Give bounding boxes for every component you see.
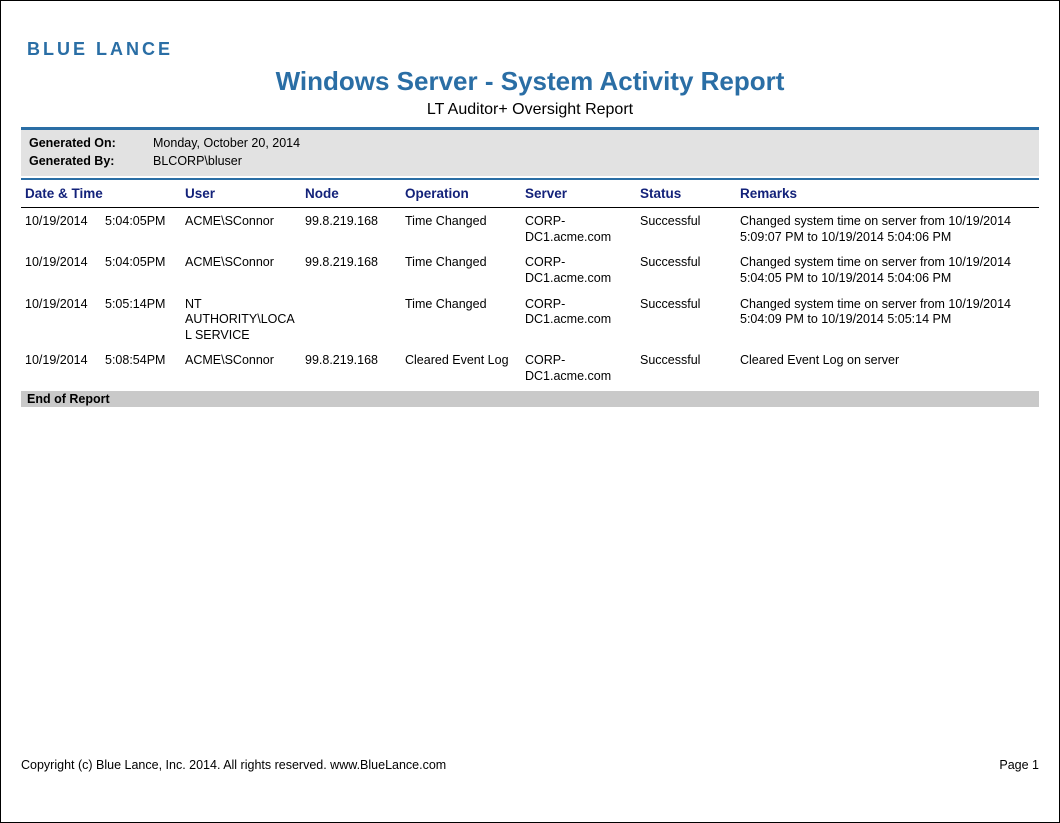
col-user: User (181, 180, 301, 208)
report-footer: Copyright (c) Blue Lance, Inc. 2014. All… (21, 758, 1039, 772)
activity-table: Date & Time User Node Operation Server S… (21, 180, 1039, 389)
cell-user: NT AUTHORITY\LOCAL SERVICE (181, 291, 301, 348)
col-status: Status (636, 180, 736, 208)
cell-remarks: Cleared Event Log on server (736, 347, 1039, 388)
cell-server: CORP-DC1.acme.com (521, 291, 636, 348)
cell-user: ACME\SConnor (181, 208, 301, 250)
col-remarks: Remarks (736, 180, 1039, 208)
cell-remarks: Changed system time on server from 10/19… (736, 291, 1039, 348)
cell-server: CORP-DC1.acme.com (521, 208, 636, 250)
cell-date: 10/19/2014 (21, 208, 101, 250)
col-server: Server (521, 180, 636, 208)
report-meta: Generated On: Monday, October 20, 2014 G… (21, 129, 1039, 176)
cell-status: Successful (636, 208, 736, 250)
col-datetime: Date & Time (21, 180, 181, 208)
cell-time: 5:05:14PM (101, 291, 181, 348)
cell-node: 99.8.219.168 (301, 249, 401, 290)
table-row: 10/19/20145:04:05PMACME\SConnor99.8.219.… (21, 208, 1039, 250)
cell-operation: Time Changed (401, 208, 521, 250)
cell-status: Successful (636, 347, 736, 388)
cell-remarks: Changed system time on server from 10/19… (736, 208, 1039, 250)
report-title: Windows Server - System Activity Report (21, 66, 1039, 97)
cell-time: 5:04:05PM (101, 208, 181, 250)
end-of-report: End of Report (21, 391, 1039, 407)
footer-page: Page 1 (999, 758, 1039, 772)
table-header-row: Date & Time User Node Operation Server S… (21, 180, 1039, 208)
cell-status: Successful (636, 249, 736, 290)
col-node: Node (301, 180, 401, 208)
cell-date: 10/19/2014 (21, 249, 101, 290)
generated-by-label: Generated By: (29, 152, 129, 170)
generated-on-label: Generated On: (29, 134, 129, 152)
cell-server: CORP-DC1.acme.com (521, 347, 636, 388)
cell-operation: Time Changed (401, 249, 521, 290)
cell-time: 5:04:05PM (101, 249, 181, 290)
report-subtitle: LT Auditor+ Oversight Report (21, 101, 1039, 119)
cell-operation: Time Changed (401, 291, 521, 348)
cell-user: ACME\SConnor (181, 249, 301, 290)
cell-node: 99.8.219.168 (301, 208, 401, 250)
cell-status: Successful (636, 291, 736, 348)
table-row: 10/19/20145:04:05PMACME\SConnor99.8.219.… (21, 249, 1039, 290)
cell-remarks: Changed system time on server from 10/19… (736, 249, 1039, 290)
cell-node: 99.8.219.168 (301, 347, 401, 388)
cell-server: CORP-DC1.acme.com (521, 249, 636, 290)
cell-date: 10/19/2014 (21, 347, 101, 388)
cell-date: 10/19/2014 (21, 291, 101, 348)
brand-logo: BLUE LANCE (27, 39, 1039, 60)
cell-operation: Cleared Event Log (401, 347, 521, 388)
table-row: 10/19/20145:08:54PMACME\SConnor99.8.219.… (21, 347, 1039, 388)
generated-by-value: BLCORP\bluser (153, 152, 242, 170)
table-row: 10/19/20145:05:14PMNT AUTHORITY\LOCAL SE… (21, 291, 1039, 348)
generated-on-value: Monday, October 20, 2014 (153, 134, 300, 152)
report-page: BLUE LANCE Windows Server - System Activ… (0, 0, 1060, 823)
cell-node (301, 291, 401, 348)
cell-user: ACME\SConnor (181, 347, 301, 388)
col-operation: Operation (401, 180, 521, 208)
footer-copyright: Copyright (c) Blue Lance, Inc. 2014. All… (21, 758, 446, 772)
cell-time: 5:08:54PM (101, 347, 181, 388)
